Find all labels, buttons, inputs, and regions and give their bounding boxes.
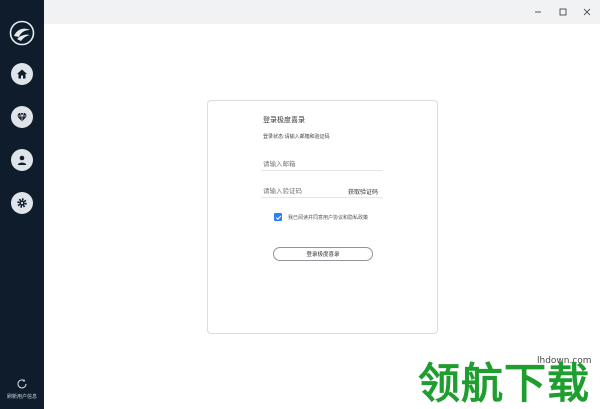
login-status: 登录状态:请输入邮箱和验证码 (263, 134, 330, 140)
sidebar-item-vip[interactable] (11, 106, 33, 128)
check-icon (275, 215, 281, 220)
login-button[interactable]: 登录极度喜录 (273, 247, 373, 261)
agreement-checkbox[interactable] (274, 213, 282, 221)
login-title: 登录极度喜录 (263, 116, 305, 124)
watermark-text: 领航下载 (418, 359, 591, 408)
home-icon (17, 69, 27, 79)
maximize-button[interactable] (556, 5, 570, 19)
close-button[interactable] (580, 5, 594, 19)
minimize-icon (535, 11, 541, 13)
login-card: 登录极度喜录 登录状态:请输入邮箱和验证码 获取验证码 我已阅读并同意用户协议和… (207, 100, 438, 334)
close-icon (583, 8, 591, 16)
sidebar-item-home[interactable] (11, 63, 33, 85)
email-input[interactable] (261, 157, 383, 171)
sidebar-item-user[interactable] (11, 149, 33, 171)
user-icon (17, 155, 27, 165)
maximize-icon (559, 8, 567, 16)
sidebar: 刷新用户信息 (0, 0, 44, 409)
agreement-text[interactable]: 我已阅读并同意用户协议和隐私政策 (288, 214, 368, 221)
minimize-button[interactable] (531, 5, 545, 19)
gear-icon (17, 198, 27, 208)
agreement-row: 我已阅读并同意用户协议和隐私政策 (274, 213, 368, 221)
refresh-icon[interactable] (16, 378, 28, 390)
diamond-icon (17, 112, 27, 122)
sidebar-item-settings[interactable] (11, 192, 33, 214)
title-bar (44, 0, 600, 24)
refresh-user-info-label[interactable]: 刷新用户信息 (0, 393, 44, 400)
app-window: 刷新用户信息 登录极度喜录 登录状态:请输入邮箱和验证码 获取验证码 我已阅读并… (0, 0, 600, 409)
app-logo-icon (9, 20, 35, 46)
get-code-button[interactable]: 获取验证码 (348, 187, 378, 196)
